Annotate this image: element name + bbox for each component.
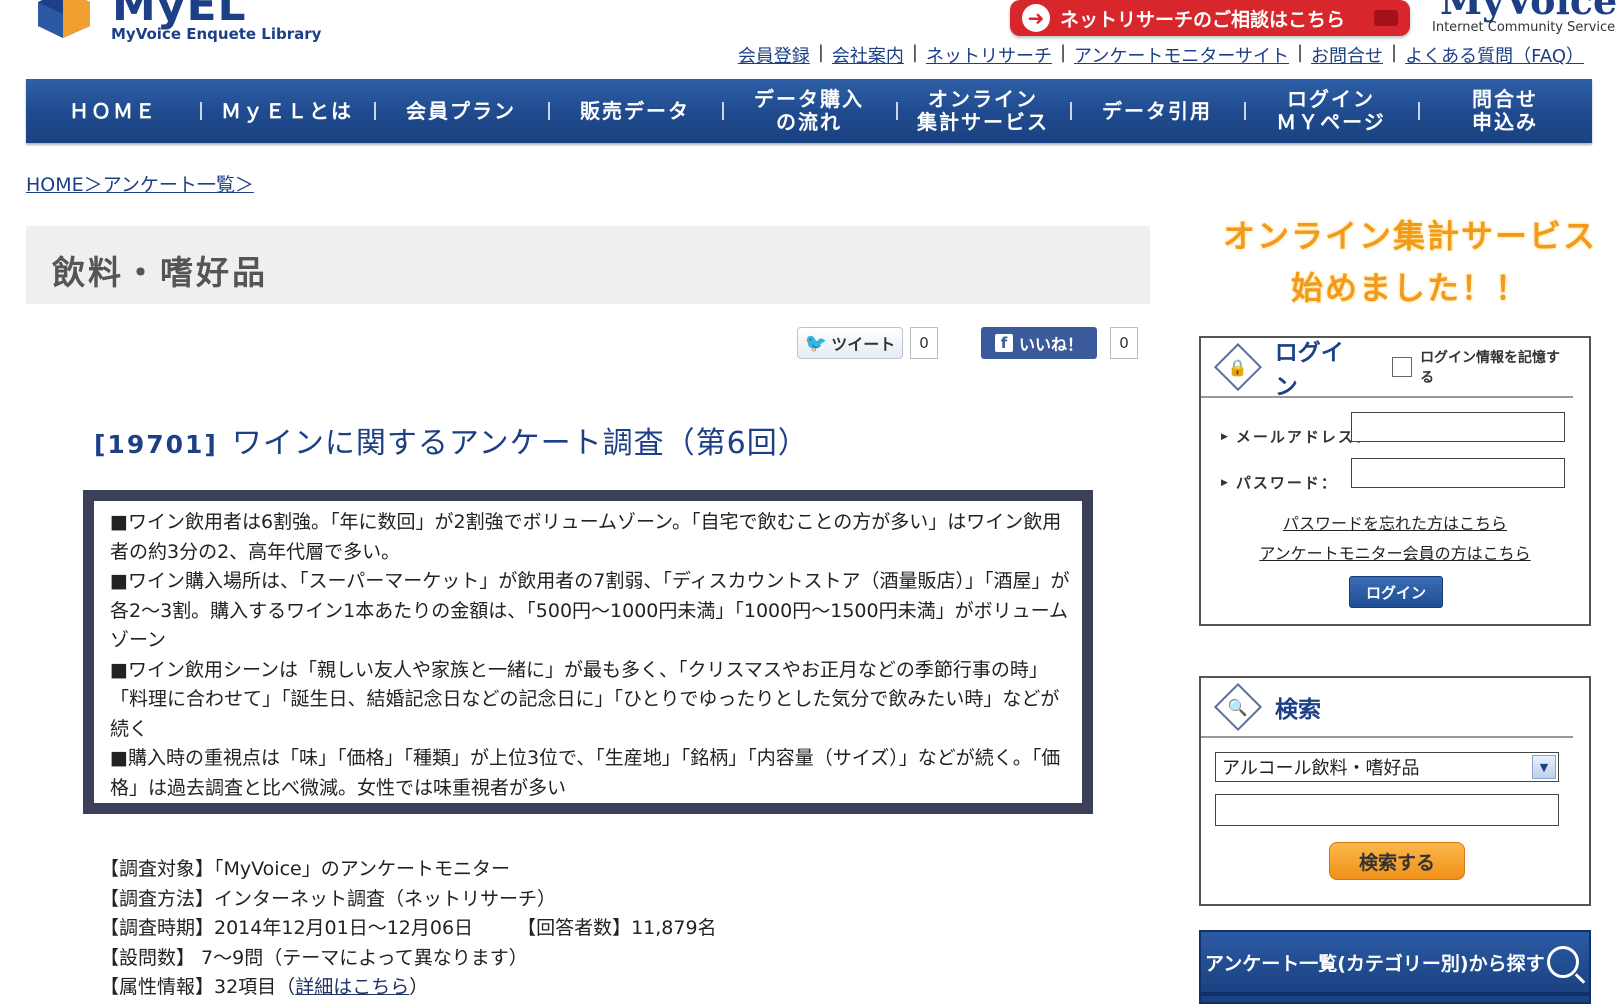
- search-title: 検索: [1275, 697, 1321, 723]
- email-field[interactable]: [1351, 412, 1565, 442]
- nav-purchase-flow[interactable]: データ購入 の流れ: [722, 88, 896, 134]
- summary-item: ■ワイン飲用者は6割強。「年に数回」が2割強でボリュームゾーン。「自宅で飲むこと…: [110, 511, 1062, 563]
- login-panel-header: 🔒 ログイン ログイン情報を記憶する: [1201, 338, 1573, 400]
- like-count: 0: [1110, 327, 1138, 359]
- nav-member-plan[interactable]: 会員プラン: [374, 99, 548, 123]
- monitor-member-link[interactable]: アンケートモニター会員の方はこちら: [1201, 540, 1589, 564]
- myvoice-brand-subtitle: Internet Community Service: [1432, 20, 1616, 35]
- like-label: いいね！: [1018, 335, 1083, 354]
- toplink-monitor-site[interactable]: アンケートモニターサイト: [1066, 42, 1297, 68]
- toplink-faq[interactable]: よくある質問（FAQ）: [1397, 42, 1592, 68]
- login-panel: 🔒 ログイン ログイン情報を記憶する ▶ メールアドレス： ▶ パスワード： パ…: [1199, 336, 1591, 626]
- survey-title: [19701] ワインに関するアンケート調査（第6回）: [94, 418, 809, 462]
- category-banner-label: アンケート一覧(カテゴリー別)から探す: [1205, 952, 1545, 975]
- decorative-chip: [1374, 10, 1398, 26]
- summary-item: ■ワイン飲用シーンは「親しい友人や家族と一緒に」が最も多く、「クリスマスやお正月…: [110, 658, 1060, 740]
- info-respondents: 【回答者数】11,879名: [517, 917, 717, 939]
- toplink-member-register[interactable]: 会員登録: [730, 42, 818, 68]
- remember-label: ログイン情報を記憶する: [1420, 350, 1561, 386]
- checkbox-box[interactable]: [1392, 357, 1413, 377]
- nav-sales-data[interactable]: 販売データ: [548, 99, 722, 123]
- promo-line-2: 始めました！！: [1290, 269, 1529, 307]
- info-method: 【調査方法】インターネット調査（ネットリサーチ）: [100, 887, 557, 910]
- nav-data-citation[interactable]: データ引用: [1070, 99, 1244, 123]
- login-button[interactable]: ログイン: [1349, 576, 1443, 608]
- arrow-right-icon: ➜: [1022, 4, 1050, 32]
- facebook-icon: f: [994, 334, 1013, 352]
- info-period: 【調査時期】2014年12月01日～12月06日: [100, 917, 474, 939]
- password-field[interactable]: [1351, 458, 1565, 488]
- magnifier-icon: [1547, 946, 1579, 978]
- password-row: ▶ パスワード：: [1221, 472, 1338, 493]
- search-button[interactable]: 検索する: [1329, 842, 1465, 880]
- bullet-triangle-icon: ▶: [1221, 431, 1230, 442]
- search-panel: 🔍 検索 アルコール飲料・嗜好品 ▼ 検索する: [1199, 676, 1591, 906]
- remember-login-checkbox[interactable]: ログイン情報を記憶する: [1392, 347, 1573, 387]
- email-row: ▶ メールアドレス：: [1221, 426, 1372, 447]
- info-questions: 【設問数】 7～9問（テーマによって異なります）: [100, 946, 528, 969]
- lock-icon: 🔒: [1213, 343, 1262, 391]
- magnifier-icon: 🔍: [1213, 682, 1263, 732]
- page-title: 飲料・嗜好品: [52, 253, 268, 292]
- promo-line-1: オンライン集計サービス: [1222, 217, 1597, 255]
- password-label: パスワード：: [1235, 474, 1338, 492]
- survey-number: [19701]: [94, 430, 218, 459]
- toplink-contact[interactable]: お問合せ: [1303, 42, 1391, 68]
- search-panel-header: 🔍 検索: [1201, 678, 1573, 738]
- online-service-promo-banner[interactable]: オンライン集計サービス 始めました！！: [1200, 210, 1618, 314]
- consult-label: ネットリサーチのご相談はこちら: [1060, 8, 1346, 31]
- next-banner-edge[interactable]: [1199, 994, 1591, 1004]
- login-title: ログイン: [1274, 340, 1344, 400]
- tweet-label: ツイート: [831, 335, 896, 354]
- forgot-password-link[interactable]: パスワードを忘れた方はこちら: [1201, 510, 1589, 534]
- toplink-net-research[interactable]: ネットリサーチ: [918, 42, 1060, 68]
- tweet-button[interactable]: 🐦 ツイート: [797, 327, 903, 359]
- myel-logo-icon[interactable]: [28, 0, 98, 40]
- tweet-count: 0: [910, 327, 938, 359]
- category-list-banner[interactable]: アンケート一覧(カテゴリー別)から探す: [1199, 930, 1591, 994]
- top-links: 会員登録 | 会社案内 | ネットリサーチ | アンケートモニターサイト | お問合せ |…: [730, 42, 1592, 68]
- info-attributes-row: 【属性情報】32項目（詳細はこちら）: [100, 973, 717, 1003]
- net-research-consult-button[interactable]: ➜ ネットリサーチのご相談はこちら: [1010, 0, 1410, 36]
- nav-contact-apply[interactable]: 問合せ 申込み: [1418, 88, 1592, 134]
- nav-online-aggregation[interactable]: オンライン 集計サービス: [896, 88, 1070, 134]
- summary-item: ■ワイン購入場所は、「スーパーマーケット」が飲用者の7割弱、「ディスカウントスト…: [110, 570, 1070, 651]
- keyword-search-input[interactable]: [1215, 794, 1559, 826]
- nav-home[interactable]: ＨＯＭＥ: [26, 99, 200, 123]
- info-attributes: 【属性情報】32項目（: [100, 976, 296, 998]
- survey-info: 【調査対象】「MyVoice」のアンケートモニター 【調査方法】インターネット調…: [100, 855, 717, 1003]
- nav-about-myel[interactable]: ＭｙＥＬとは: [200, 99, 374, 123]
- main-nav: ＨＯＭＥ ＭｙＥＬとは 会員プラン 販売データ データ購入 の流れ オンライン …: [26, 79, 1592, 143]
- toplink-company[interactable]: 会社案内: [824, 42, 912, 68]
- bullet-triangle-icon: ▶: [1221, 477, 1230, 488]
- facebook-like-button[interactable]: f いいね！: [981, 327, 1097, 359]
- logo-subtitle: MyVoice Enquete Library: [111, 25, 322, 43]
- category-select-value: アルコール飲料・嗜好品: [1222, 758, 1420, 779]
- attributes-detail-link[interactable]: 詳細はこちら: [295, 976, 409, 998]
- twitter-bird-icon: 🐦: [804, 332, 828, 354]
- survey-title-text: ワインに関するアンケート調査（第6回）: [231, 426, 809, 461]
- info-period-row: 【調査時期】2014年12月01日～12月06日 【回答者数】11,879名: [100, 914, 717, 944]
- category-select[interactable]: アルコール飲料・嗜好品 ▼: [1215, 752, 1559, 782]
- info-target: 【調査対象】「MyVoice」のアンケートモニター: [100, 858, 510, 880]
- summary-item: ■購入時の重視点は「味」「価格」「種類」が上位3位で、「生産地」「銘柄」「内容量…: [110, 747, 1061, 799]
- chevron-down-icon[interactable]: ▼: [1532, 755, 1556, 779]
- summary-text: ■ワイン飲用者は6割強。「年に数回」が2割強でボリュームゾーン。「自宅で飲むこと…: [110, 508, 1076, 803]
- nav-login-mypage[interactable]: ログイン ＭＹページ: [1244, 88, 1418, 134]
- info-attributes-suffix: ）: [409, 976, 429, 998]
- breadcrumb[interactable]: HOME＞アンケート一覧＞: [26, 170, 254, 197]
